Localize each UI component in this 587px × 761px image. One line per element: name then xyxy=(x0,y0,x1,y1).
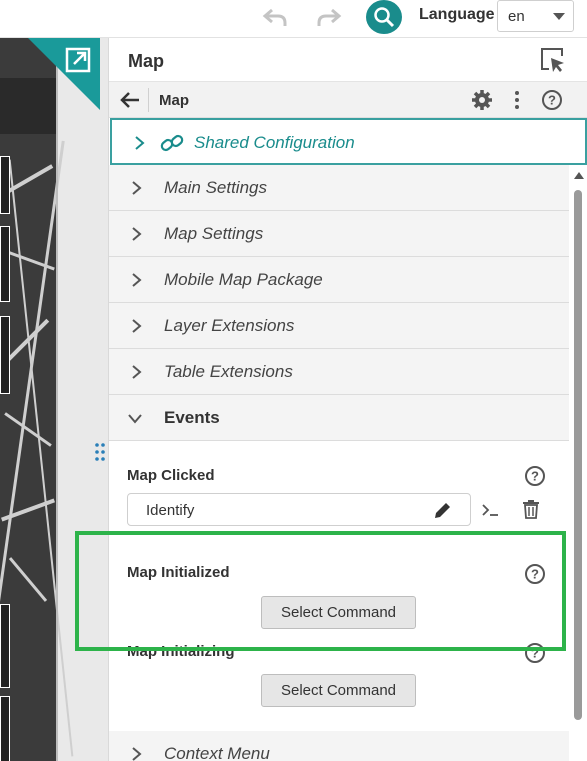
kebab-icon[interactable] xyxy=(509,89,525,111)
canvas-divider xyxy=(56,38,58,761)
canvas-widget[interactable] xyxy=(0,316,10,394)
section-label: Context Menu xyxy=(164,744,270,761)
design-canvas xyxy=(0,38,108,761)
chevron-right-icon xyxy=(132,319,142,333)
help-icon[interactable]: ? xyxy=(524,465,546,487)
canvas-widget[interactable] xyxy=(0,226,10,302)
section-layer-extensions[interactable]: Layer Extensions xyxy=(109,303,569,349)
section-table-extensions[interactable]: Table Extensions xyxy=(109,349,569,395)
cursor-select-icon[interactable] xyxy=(539,46,567,74)
language-label: Language xyxy=(419,6,495,23)
undo-icon[interactable] xyxy=(260,4,290,30)
highlight-annotation xyxy=(75,531,566,651)
chevron-right-icon xyxy=(132,747,142,761)
canvas-widget[interactable] xyxy=(0,604,10,688)
link-icon xyxy=(160,134,184,152)
chevron-right-icon xyxy=(135,136,145,150)
canvas-widget[interactable] xyxy=(0,156,10,214)
chevron-right-icon xyxy=(132,365,142,379)
section-events[interactable]: Events xyxy=(109,395,569,441)
map-clicked-value: Identify xyxy=(146,502,195,519)
svg-text:?: ? xyxy=(531,469,539,484)
expand-icon[interactable] xyxy=(64,46,92,74)
pencil-icon[interactable] xyxy=(432,501,452,521)
map-clicked-command-field[interactable]: Identify xyxy=(127,493,471,526)
section-shared-configuration[interactable]: Shared Configuration xyxy=(110,118,587,165)
canvas-header xyxy=(0,78,56,134)
section-label: Layer Extensions xyxy=(164,316,295,335)
breadcrumb-bar: Map ? xyxy=(109,82,587,118)
language-value: en xyxy=(508,8,525,25)
map-clicked-label: Map Clicked xyxy=(127,467,215,484)
help-icon[interactable]: ? xyxy=(541,89,563,111)
terminal-icon[interactable] xyxy=(481,500,501,520)
chevron-right-icon xyxy=(132,227,142,241)
chevron-right-icon xyxy=(132,273,142,287)
map-initializing-select-command-button[interactable]: Select Command xyxy=(261,674,416,707)
section-context-menu[interactable]: Context Menu xyxy=(109,731,569,761)
section-label: Mobile Map Package xyxy=(164,270,323,289)
scroll-up-icon[interactable] xyxy=(574,172,584,179)
redo-icon[interactable] xyxy=(314,4,344,30)
canvas-widget[interactable] xyxy=(0,696,10,761)
settings-panel: Map Map ? Shared Configuration Main Sett… xyxy=(108,38,587,761)
chevron-down-icon xyxy=(128,414,142,424)
top-toolbar: Language en xyxy=(0,0,587,38)
breadcrumb: Map xyxy=(159,92,189,109)
section-label: Map Settings xyxy=(164,224,264,243)
section-mobile-map-package[interactable]: Mobile Map Package xyxy=(109,257,569,303)
section-label: Table Extensions xyxy=(164,362,293,381)
panel-title: Map xyxy=(128,51,164,71)
language-select[interactable]: en xyxy=(497,0,574,32)
chevron-down-icon xyxy=(553,13,565,20)
section-map-settings[interactable]: Map Settings xyxy=(109,211,569,257)
section-label: Shared Configuration xyxy=(194,133,355,152)
section-label: Main Settings xyxy=(164,178,267,197)
panel-header: Map xyxy=(109,38,587,82)
divider xyxy=(148,88,149,112)
grip-icon[interactable] xyxy=(94,441,106,463)
chevron-right-icon xyxy=(132,181,142,195)
search-icon xyxy=(374,7,395,28)
svg-text:?: ? xyxy=(548,93,556,108)
section-main-settings[interactable]: Main Settings xyxy=(109,165,569,211)
scroll-thumb[interactable] xyxy=(574,190,582,720)
back-arrow-icon[interactable] xyxy=(119,89,141,111)
panel-scrollbar[interactable] xyxy=(571,168,585,760)
gear-icon[interactable] xyxy=(471,89,493,111)
search-button[interactable] xyxy=(366,0,402,34)
section-label: Events xyxy=(164,408,220,427)
trash-icon[interactable] xyxy=(522,499,540,519)
